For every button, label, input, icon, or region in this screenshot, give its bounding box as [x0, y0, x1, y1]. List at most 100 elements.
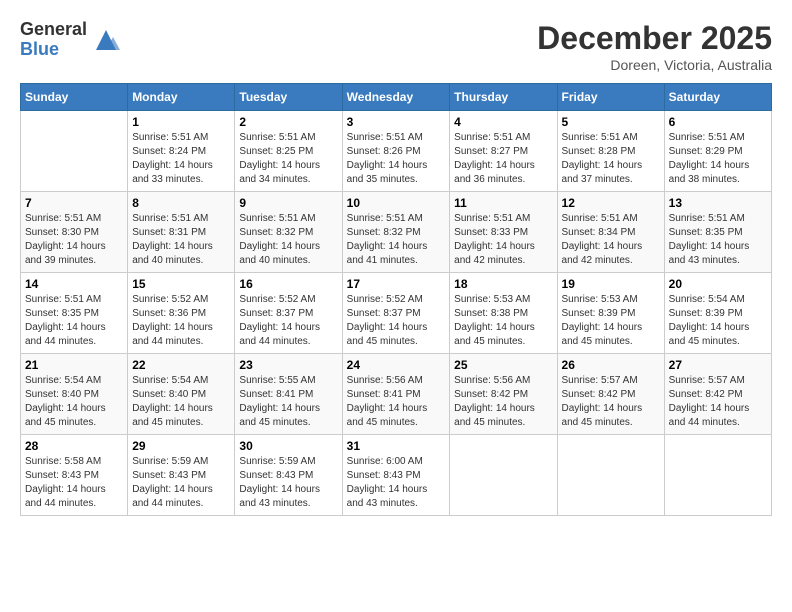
day-number: 14 — [25, 277, 123, 291]
column-header-wednesday: Wednesday — [342, 84, 450, 111]
column-header-thursday: Thursday — [450, 84, 557, 111]
day-number: 9 — [239, 196, 337, 210]
day-info: Sunrise: 5:52 AM Sunset: 8:36 PM Dayligh… — [132, 293, 230, 349]
day-cell: 3Sunrise: 5:51 AM Sunset: 8:26 PM Daylig… — [342, 111, 450, 192]
day-number: 2 — [239, 115, 337, 129]
day-cell: 31Sunrise: 6:00 AM Sunset: 8:43 PM Dayli… — [342, 435, 450, 516]
day-info: Sunrise: 5:58 AM Sunset: 8:43 PM Dayligh… — [25, 455, 123, 511]
day-number: 8 — [132, 196, 230, 210]
day-number: 12 — [562, 196, 660, 210]
day-number: 17 — [347, 277, 446, 291]
day-cell: 27Sunrise: 5:57 AM Sunset: 8:42 PM Dayli… — [664, 354, 771, 435]
day-info: Sunrise: 5:51 AM Sunset: 8:28 PM Dayligh… — [562, 131, 660, 187]
day-number: 26 — [562, 358, 660, 372]
day-number: 30 — [239, 439, 337, 453]
column-header-sunday: Sunday — [21, 84, 128, 111]
day-info: Sunrise: 5:51 AM Sunset: 8:35 PM Dayligh… — [25, 293, 123, 349]
day-cell: 10Sunrise: 5:51 AM Sunset: 8:32 PM Dayli… — [342, 192, 450, 273]
day-number: 24 — [347, 358, 446, 372]
month-year-title: December 2025 — [537, 20, 772, 57]
day-number: 13 — [669, 196, 767, 210]
day-info: Sunrise: 5:53 AM Sunset: 8:39 PM Dayligh… — [562, 293, 660, 349]
day-info: Sunrise: 5:53 AM Sunset: 8:38 PM Dayligh… — [454, 293, 552, 349]
week-row-5: 28 Sunrise: 5:58 AM Sunset: 8:43 PM Dayli… — [21, 435, 772, 516]
day-cell: 24 Sunrise: 5:56 AM Sunset: 8:41 PM Dayli… — [342, 354, 450, 435]
day-cell: 19 Sunrise: 5:53 AM Sunset: 8:39 PM Dayli… — [557, 273, 664, 354]
day-info: Sunrise: 6:00 AM Sunset: 8:43 PM Dayligh… — [347, 455, 446, 511]
day-cell: 7 Sunrise: 5:51 AM Sunset: 8:30 PM Daylig… — [21, 192, 128, 273]
day-number: 6 — [669, 115, 767, 129]
week-row-1: 1Sunrise: 5:51 AM Sunset: 8:24 PM Daylig… — [21, 111, 772, 192]
day-number: 19 — [562, 277, 660, 291]
day-cell: 26Sunrise: 5:57 AM Sunset: 8:42 PM Dayli… — [557, 354, 664, 435]
day-number: 27 — [669, 358, 767, 372]
logo: General Blue — [20, 20, 121, 60]
day-cell: 1Sunrise: 5:51 AM Sunset: 8:24 PM Daylig… — [128, 111, 235, 192]
calendar-table: SundayMondayTuesdayWednesdayThursdayFrid… — [20, 83, 772, 516]
day-info: Sunrise: 5:59 AM Sunset: 8:43 PM Dayligh… — [132, 455, 230, 511]
day-cell: 6 Sunrise: 5:51 AM Sunset: 8:29 PM Daylig… — [664, 111, 771, 192]
day-cell: 29Sunrise: 5:59 AM Sunset: 8:43 PM Dayli… — [128, 435, 235, 516]
day-info: Sunrise: 5:51 AM Sunset: 8:32 PM Dayligh… — [239, 212, 337, 268]
logo-blue: Blue — [20, 40, 87, 60]
day-cell — [557, 435, 664, 516]
day-cell: 8 Sunrise: 5:51 AM Sunset: 8:31 PM Daylig… — [128, 192, 235, 273]
day-number: 21 — [25, 358, 123, 372]
day-cell — [664, 435, 771, 516]
day-cell: 13Sunrise: 5:51 AM Sunset: 8:35 PM Dayli… — [664, 192, 771, 273]
day-info: Sunrise: 5:51 AM Sunset: 8:29 PM Dayligh… — [669, 131, 767, 187]
day-number: 22 — [132, 358, 230, 372]
day-number: 18 — [454, 277, 552, 291]
day-cell: 21 Sunrise: 5:54 AM Sunset: 8:40 PM Dayli… — [21, 354, 128, 435]
day-info: Sunrise: 5:54 AM Sunset: 8:40 PM Dayligh… — [25, 374, 123, 430]
day-cell: 30 Sunrise: 5:59 AM Sunset: 8:43 PM Dayli… — [235, 435, 342, 516]
day-number: 10 — [347, 196, 446, 210]
column-header-monday: Monday — [128, 84, 235, 111]
day-number: 15 — [132, 277, 230, 291]
day-cell — [450, 435, 557, 516]
title-section: December 2025 Doreen, Victoria, Australi… — [537, 20, 772, 73]
day-number: 4 — [454, 115, 552, 129]
day-number: 7 — [25, 196, 123, 210]
day-info: Sunrise: 5:56 AM Sunset: 8:42 PM Dayligh… — [454, 374, 552, 430]
day-info: Sunrise: 5:54 AM Sunset: 8:40 PM Dayligh… — [132, 374, 230, 430]
day-number: 20 — [669, 277, 767, 291]
day-cell: 5Sunrise: 5:51 AM Sunset: 8:28 PM Daylig… — [557, 111, 664, 192]
day-info: Sunrise: 5:55 AM Sunset: 8:41 PM Dayligh… — [239, 374, 337, 430]
day-number: 28 — [25, 439, 123, 453]
header-row: SundayMondayTuesdayWednesdayThursdayFrid… — [21, 84, 772, 111]
day-info: Sunrise: 5:51 AM Sunset: 8:34 PM Dayligh… — [562, 212, 660, 268]
day-cell: 17 Sunrise: 5:52 AM Sunset: 8:37 PM Dayli… — [342, 273, 450, 354]
column-header-friday: Friday — [557, 84, 664, 111]
day-info: Sunrise: 5:51 AM Sunset: 8:25 PM Dayligh… — [239, 131, 337, 187]
day-cell: 14 Sunrise: 5:51 AM Sunset: 8:35 PM Dayli… — [21, 273, 128, 354]
day-cell: 2 Sunrise: 5:51 AM Sunset: 8:25 PM Daylig… — [235, 111, 342, 192]
day-cell: 28 Sunrise: 5:58 AM Sunset: 8:43 PM Dayli… — [21, 435, 128, 516]
day-number: 11 — [454, 196, 552, 210]
day-cell: 4 Sunrise: 5:51 AM Sunset: 8:27 PM Daylig… — [450, 111, 557, 192]
day-cell: 18 Sunrise: 5:53 AM Sunset: 8:38 PM Dayli… — [450, 273, 557, 354]
day-number: 25 — [454, 358, 552, 372]
location-subtitle: Doreen, Victoria, Australia — [537, 57, 772, 73]
day-cell: 16Sunrise: 5:52 AM Sunset: 8:37 PM Dayli… — [235, 273, 342, 354]
day-number: 3 — [347, 115, 446, 129]
day-info: Sunrise: 5:52 AM Sunset: 8:37 PM Dayligh… — [347, 293, 446, 349]
day-info: Sunrise: 5:51 AM Sunset: 8:27 PM Dayligh… — [454, 131, 552, 187]
day-info: Sunrise: 5:59 AM Sunset: 8:43 PM Dayligh… — [239, 455, 337, 511]
day-info: Sunrise: 5:51 AM Sunset: 8:30 PM Dayligh… — [25, 212, 123, 268]
day-cell: 20 Sunrise: 5:54 AM Sunset: 8:39 PM Dayli… — [664, 273, 771, 354]
page-header: General Blue December 2025 Doreen, Victo… — [20, 20, 772, 73]
week-row-2: 7 Sunrise: 5:51 AM Sunset: 8:30 PM Daylig… — [21, 192, 772, 273]
column-header-saturday: Saturday — [664, 84, 771, 111]
day-cell: 25 Sunrise: 5:56 AM Sunset: 8:42 PM Dayli… — [450, 354, 557, 435]
day-info: Sunrise: 5:51 AM Sunset: 8:33 PM Dayligh… — [454, 212, 552, 268]
week-row-3: 14 Sunrise: 5:51 AM Sunset: 8:35 PM Dayli… — [21, 273, 772, 354]
day-cell: 11 Sunrise: 5:51 AM Sunset: 8:33 PM Dayli… — [450, 192, 557, 273]
day-info: Sunrise: 5:51 AM Sunset: 8:31 PM Dayligh… — [132, 212, 230, 268]
day-info: Sunrise: 5:56 AM Sunset: 8:41 PM Dayligh… — [347, 374, 446, 430]
day-cell: 15 Sunrise: 5:52 AM Sunset: 8:36 PM Dayli… — [128, 273, 235, 354]
logo-icon — [91, 25, 121, 55]
day-info: Sunrise: 5:54 AM Sunset: 8:39 PM Dayligh… — [669, 293, 767, 349]
day-cell: 23Sunrise: 5:55 AM Sunset: 8:41 PM Dayli… — [235, 354, 342, 435]
day-cell: 9 Sunrise: 5:51 AM Sunset: 8:32 PM Daylig… — [235, 192, 342, 273]
